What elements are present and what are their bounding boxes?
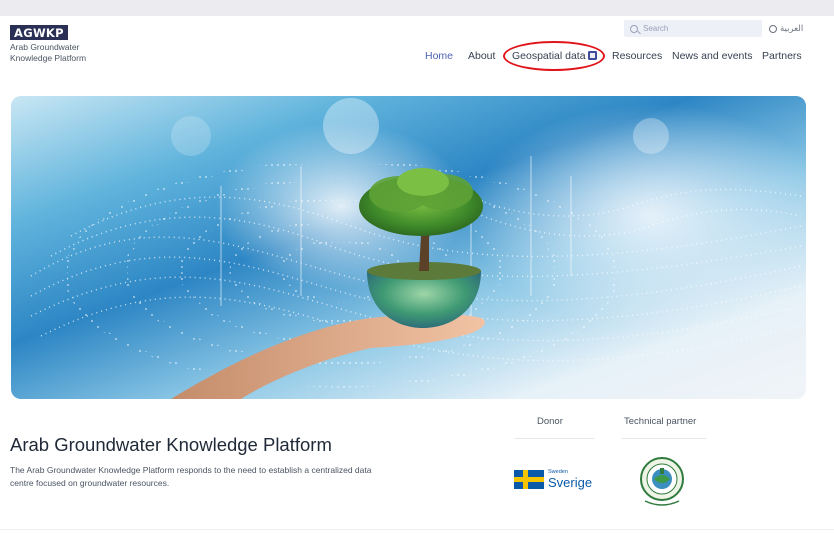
nav-partners[interactable]: Partners — [762, 50, 802, 62]
acsad-seal-logo[interactable] — [639, 453, 685, 514]
technical-partner-label: Technical partner — [624, 416, 697, 427]
page-description: The Arab Groundwater Knowledge Platform … — [10, 465, 372, 488]
nav-about[interactable]: About — [468, 50, 495, 62]
search-box[interactable] — [624, 20, 762, 37]
page-title: Arab Groundwater Knowledge Platform — [10, 434, 332, 455]
search-input[interactable] — [643, 24, 753, 33]
donor-label: Donor — [537, 416, 563, 427]
sweden-flag-icon — [514, 470, 544, 489]
nav-news-and-events[interactable]: News and events — [672, 50, 753, 62]
partner-seal-icon — [640, 457, 684, 506]
sweden-logo-text: Sweden Sverige — [548, 470, 592, 489]
partner-divider — [622, 438, 706, 439]
highlight-annotation-ring — [503, 41, 605, 71]
hero-illustration — [30, 98, 802, 399]
nav-resources[interactable]: Resources — [612, 50, 662, 62]
nav-home[interactable]: Home — [425, 50, 453, 62]
browser-top-strip — [0, 0, 834, 16]
hero-banner — [11, 96, 806, 399]
globe-icon — [769, 24, 777, 33]
logo-subtitle-line1: Arab Groundwater — [10, 42, 80, 52]
search-icon — [630, 24, 638, 33]
footer-divider — [0, 529, 834, 530]
donor-divider — [514, 438, 594, 439]
site-logo[interactable]: AGWKP Arab Groundwater Knowledge Platfor… — [10, 24, 86, 63]
logo-subtitle-line2: Knowledge Platform — [10, 52, 87, 63]
language-label: العربية — [780, 23, 804, 33]
logo-badge: AGWKP — [10, 25, 68, 40]
sweden-logo[interactable]: Sweden Sverige — [514, 470, 592, 489]
language-switcher[interactable]: العربية — [769, 23, 803, 34]
sweden-logo-big-text: Sverige — [548, 474, 593, 490]
